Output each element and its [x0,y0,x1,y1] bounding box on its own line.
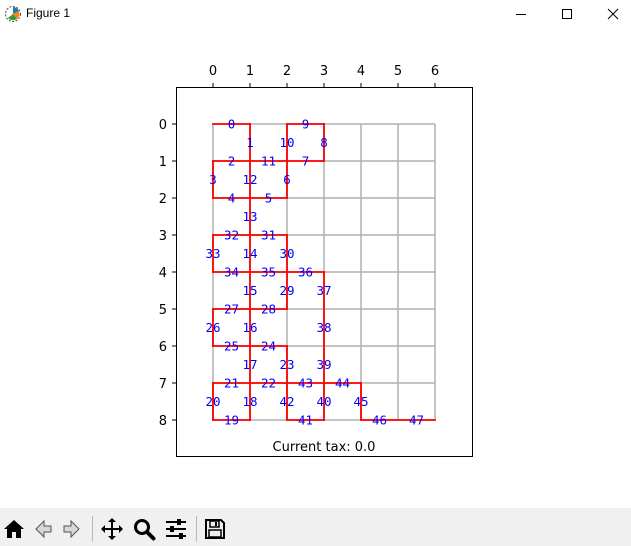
pan-button[interactable] [98,515,126,543]
configure-subplots-button[interactable] [162,515,190,543]
node-label: 31 [261,228,276,243]
back-icon [35,519,52,539]
configure-subplots-icon [166,519,186,539]
node-label: 15 [242,283,257,298]
close-button[interactable] [590,0,631,28]
y-tick-label: 3 [159,229,167,244]
node-label: 12 [242,172,257,187]
node-label: 40 [316,394,331,409]
y-tick-label: 5 [159,303,167,318]
matplotlib-icon [5,6,21,22]
y-tick-label: 6 [159,340,167,355]
navigation-toolbar [0,508,631,546]
node-label: 5 [265,191,273,206]
close-icon [607,8,619,20]
zoom-icon [134,519,156,541]
node-label: 26 [205,320,220,335]
node-label: 44 [335,376,350,391]
node-label: 8 [320,135,328,150]
y-tick-label: 4 [159,266,167,281]
window-titlebar: Figure 1 [0,0,631,28]
node-label: 24 [261,339,276,354]
home-icon [4,520,24,538]
node-label: 37 [316,283,331,298]
node-label: 29 [279,283,294,298]
node-label: 42 [279,394,294,409]
node-label: 38 [316,320,331,335]
node-label: 19 [224,413,239,428]
x-tick-label: 5 [394,64,402,79]
node-label: 7 [302,154,310,169]
x-tick-label: 4 [357,64,365,79]
pan-icon [101,518,123,540]
save-button[interactable] [201,515,229,543]
x-tick-label: 0 [209,64,217,79]
y-tick-label: 7 [159,377,167,392]
status-text: Current tax: 0.0 [273,440,376,455]
node-label: 9 [302,117,310,132]
x-tick-label: 1 [246,64,254,79]
x-tick-label: 2 [283,64,291,79]
node-label: 22 [261,376,276,391]
node-label: 20 [205,394,220,409]
minimize-icon [516,14,526,15]
node-label: 16 [242,320,257,335]
node-label: 33 [205,246,220,261]
zoom-button[interactable] [130,515,158,543]
node-label: 6 [283,172,291,187]
node-label: 13 [242,209,257,224]
node-label: 25 [224,339,239,354]
node-label: 11 [261,154,276,169]
node-label: 45 [353,394,368,409]
node-label: 41 [298,413,313,428]
node-label: 2 [228,154,236,169]
node-label: 27 [224,302,239,317]
node-label: 21 [224,376,239,391]
forward-icon [63,519,80,539]
back-button[interactable] [29,515,57,543]
node-label: 3 [209,172,217,187]
y-tick-label: 2 [159,192,167,207]
node-label: 10 [279,135,294,150]
node-label: 17 [242,357,257,372]
home-button[interactable] [0,515,28,543]
toolbar-separator [196,516,197,542]
y-tick-label: 1 [159,155,167,170]
node-label: 34 [224,265,239,280]
y-axis-ticks: 0 1 2 3 4 5 6 7 8 [159,118,177,429]
window-title: Figure 1 [26,6,71,20]
node-label: 18 [242,394,257,409]
forward-button[interactable] [58,515,86,543]
node-label: 30 [279,246,294,261]
x-tick-label: 6 [431,64,439,79]
node-label: 36 [298,265,313,280]
maximize-button[interactable] [544,0,590,28]
x-tick-label: 3 [320,64,328,79]
toolbar-separator [92,516,93,542]
node-label: 28 [261,302,276,317]
node-label: 47 [409,413,424,428]
node-label: 32 [224,228,239,243]
plot-svg: 0123456 012345678 01234 56789101112131415… [159,64,473,457]
x-axis-ticks: 0 1 2 3 4 5 6 [209,64,439,88]
node-label: 14 [242,246,257,261]
node-label: 43 [298,376,313,391]
node-label: 35 [261,265,276,280]
node-label: 0 [228,117,236,132]
y-tick-label: 0 [159,118,167,133]
maximize-icon [562,9,572,19]
node-label: 46 [372,413,387,428]
node-label: 1 [246,135,254,150]
figure-canvas[interactable]: 0123456 012345678 0 1 2 3 4 5 6 7 8 9 10 11 12 13 14 15… [0,28,631,508]
y-tick-label: 8 [159,414,167,429]
node-label: 4 [228,191,236,206]
save-icon [205,519,225,539]
node-label: 23 [279,357,294,372]
node-label: 39 [316,357,331,372]
minimize-button[interactable] [498,0,544,28]
